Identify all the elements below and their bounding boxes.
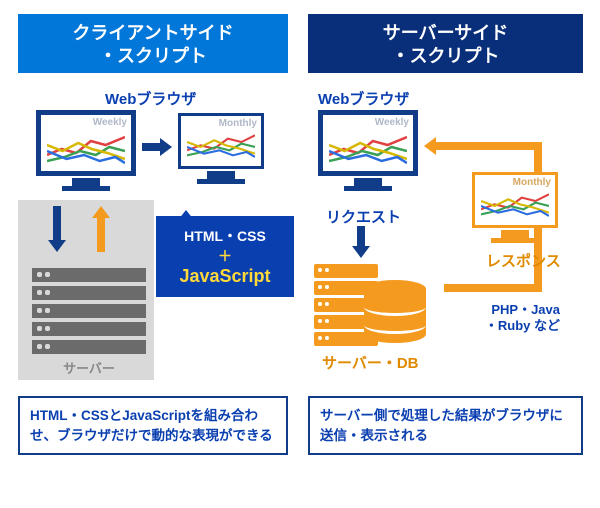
server-label: サーバー	[24, 358, 154, 377]
response-label: レスポンス	[486, 250, 561, 271]
browser-label-left: Webブラウザ	[105, 88, 196, 109]
bubble-plus: ＋	[164, 246, 286, 266]
browser-label-right: Webブラウザ	[318, 88, 409, 109]
monitor-weekly-right: Weekly	[318, 110, 418, 188]
panel-header-server: サーバーサイド ・スクリプト	[308, 14, 583, 73]
arrow-up-icon	[92, 206, 110, 252]
server-rack-icon: サーバー	[24, 258, 154, 380]
tech-bubble: HTML・CSS ＋ JavaScript	[156, 216, 294, 297]
bubble-js: JavaScript	[164, 266, 286, 287]
server-db-label: サーバー・DB	[322, 352, 419, 373]
monitor-tag: Weekly	[375, 117, 409, 128]
panel-client-side: クライアントサイド ・スクリプト	[18, 14, 288, 73]
tech-line2: ・Ruby など	[450, 318, 560, 334]
request-label: リクエスト	[326, 206, 401, 227]
chart-icon	[481, 191, 549, 221]
arrow-down-request-icon	[352, 226, 370, 258]
arrow-right-icon	[142, 138, 172, 156]
caption-left: HTML・CSSとJavaScriptを組み合わせ、ブラウザだけで動的な表現がで…	[18, 396, 288, 455]
panel-header-client: クライアントサイド ・スクリプト	[18, 14, 288, 73]
header-text-line2: ・スクリプト	[99, 46, 207, 66]
monitor-monthly-right: Monthly	[472, 172, 558, 240]
monitor-tag: Monthly	[513, 177, 551, 188]
header-text-line1: クライアントサイド	[72, 23, 233, 43]
monitor-monthly-left: Monthly	[178, 113, 264, 181]
header-text-line1: サーバーサイド	[383, 23, 508, 43]
monitor-tag: Weekly	[93, 117, 127, 128]
bubble-html-css: HTML・CSS	[164, 226, 286, 246]
chart-icon	[329, 131, 407, 167]
chart-icon	[187, 132, 255, 162]
chart-icon	[47, 131, 125, 167]
arrow-down-icon	[48, 206, 66, 252]
database-icon	[364, 280, 426, 346]
header-text-line2: ・スクリプト	[392, 46, 500, 66]
tech-list: PHP・Java ・Ruby など	[450, 302, 560, 333]
monitor-weekly-left: Weekly	[36, 110, 136, 188]
tech-line1: PHP・Java	[450, 302, 560, 318]
monitor-tag: Monthly	[219, 118, 257, 129]
caption-right: サーバー側で処理した結果がブラウザに送信・表示される	[308, 396, 583, 455]
panel-server-side: サーバーサイド ・スクリプト	[308, 14, 583, 73]
